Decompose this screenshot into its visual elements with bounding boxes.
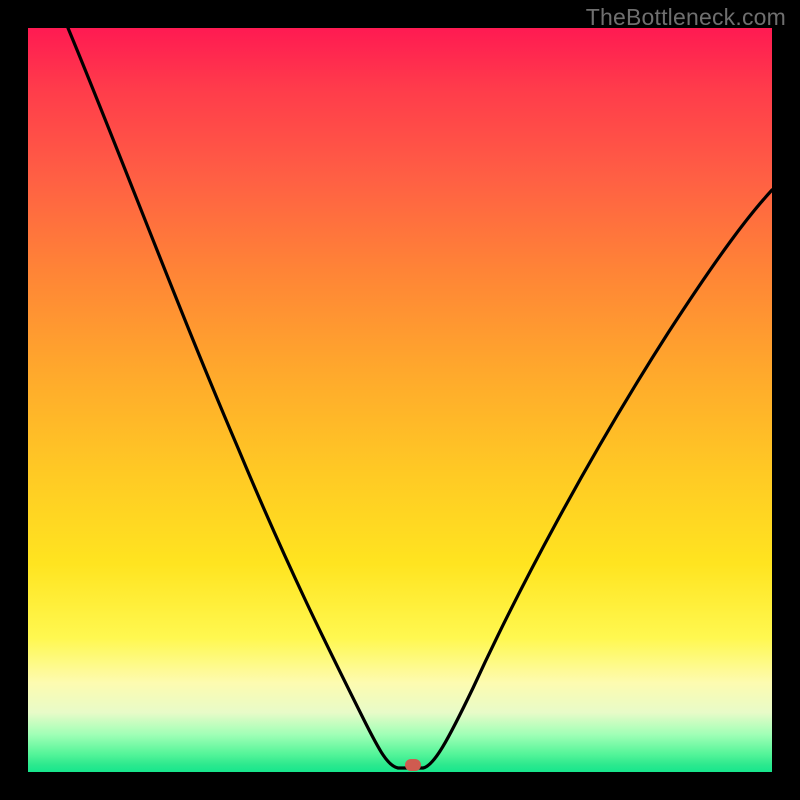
plot-area [28, 28, 772, 772]
bottleneck-curve-svg [28, 28, 772, 772]
bottleneck-curve-path [68, 28, 772, 768]
chart-frame: TheBottleneck.com [0, 0, 800, 800]
optimal-marker [405, 759, 421, 771]
watermark-text: TheBottleneck.com [586, 4, 786, 31]
